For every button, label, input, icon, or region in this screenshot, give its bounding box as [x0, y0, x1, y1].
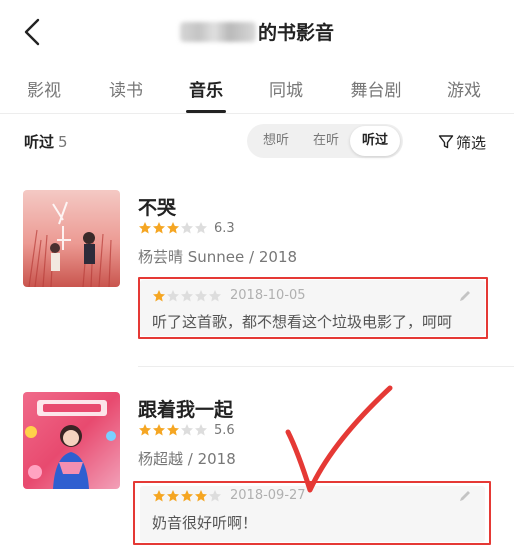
item-title[interactable]: 不哭 [138, 193, 176, 220]
top-nav-bar: 的书影音 [0, 0, 514, 64]
tab-film[interactable]: 影视 [24, 76, 64, 101]
star-icon [195, 222, 207, 234]
highlight-box [133, 481, 491, 545]
star-icon [139, 222, 151, 234]
status-segmented-control: 想听 在听 听过 [247, 124, 403, 158]
star-icon [181, 424, 193, 436]
star-icon [195, 424, 207, 436]
filter-button[interactable]: 筛选 [438, 130, 486, 154]
item-divider [138, 366, 514, 367]
album-cover-art [23, 190, 120, 287]
artist-year: 杨芸晴 Sunnee / 2018 [138, 248, 298, 266]
page-title-suffix: 的书影音 [257, 22, 334, 44]
item-title[interactable]: 跟着我一起 [138, 395, 233, 422]
artist-year: 杨超越 / 2018 [138, 450, 236, 468]
filter-label: 筛选 [456, 133, 487, 152]
tab-books[interactable]: 读书 [106, 76, 146, 101]
star-icon [139, 424, 151, 436]
filter-bar: 听过 5 想听 在听 听过 筛选 [0, 122, 514, 162]
star-icon [181, 222, 193, 234]
blurred-username [179, 22, 256, 42]
highlight-box [138, 277, 488, 339]
star-icon [153, 222, 165, 234]
category-tabs: 影视 读书 音乐 同城 舞台剧 游戏 [0, 66, 514, 114]
tab-local[interactable]: 同城 [266, 76, 306, 101]
listened-count-label: 听过 5 [24, 131, 68, 152]
average-rating: 5.6 [138, 422, 235, 438]
star-rating [138, 221, 208, 235]
listened-label: 听过 [24, 133, 55, 151]
score-value: 5.6 [214, 422, 235, 438]
tab-music[interactable]: 音乐 [186, 76, 226, 101]
tab-games[interactable]: 游戏 [444, 76, 484, 101]
listened-count: 5 [58, 133, 68, 151]
score-value: 6.3 [214, 220, 235, 236]
funnel-icon [438, 135, 454, 149]
star-icon [167, 424, 179, 436]
average-rating: 6.3 [138, 220, 235, 236]
segment-want-listen[interactable]: 想听 [251, 124, 301, 158]
active-tab-indicator [186, 110, 226, 113]
star-rating [138, 423, 208, 437]
album-cover-art [23, 392, 120, 489]
star-icon [153, 424, 165, 436]
star-icon [167, 222, 179, 234]
tab-stage[interactable]: 舞台剧 [346, 76, 406, 101]
segment-listened[interactable]: 听过 [350, 126, 400, 156]
album-cover[interactable] [23, 190, 120, 287]
segment-listening[interactable]: 在听 [301, 124, 351, 158]
album-cover[interactable] [23, 392, 120, 489]
page-title: 的书影音 [0, 18, 514, 45]
